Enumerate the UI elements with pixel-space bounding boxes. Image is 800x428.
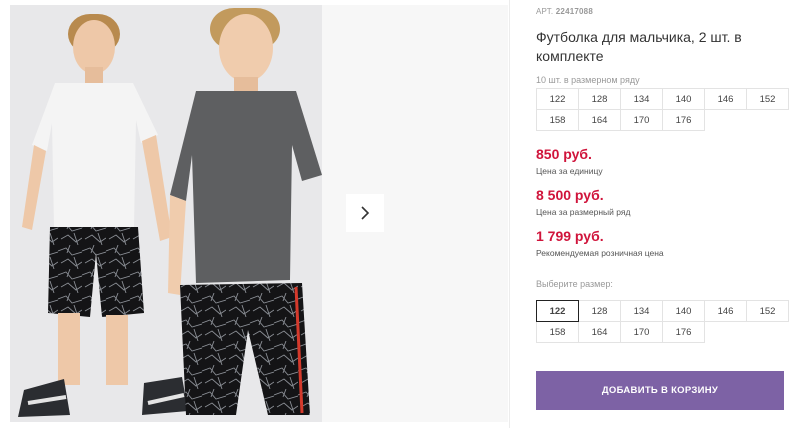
size-option-134[interactable]: 134 (620, 300, 663, 322)
divider (509, 0, 510, 428)
size-range-cell: 140 (662, 88, 705, 110)
size-option-158[interactable]: 158 (536, 321, 579, 343)
size-range-cell: 176 (662, 109, 705, 131)
size-range-cell: 158 (536, 109, 579, 131)
gallery-next-button[interactable] (346, 194, 384, 232)
price-unit-label: Цена за единицу (536, 166, 603, 176)
size-option-164[interactable]: 164 (578, 321, 621, 343)
price-retail: 1 799 руб. (536, 228, 604, 244)
price-retail-label: Рекомендуемая розничная цена (536, 248, 664, 258)
size-range-cell: 170 (620, 109, 663, 131)
sku-label: АРТ. (536, 7, 554, 16)
add-to-cart-button[interactable]: ДОБАВИТЬ В КОРЗИНУ (536, 371, 784, 410)
size-selector: 122 128 134 140 146 152 158 164 170 176 (536, 300, 789, 343)
size-range-cell: 122 (536, 88, 579, 110)
product-sku: АРТ. 22417088 (536, 7, 593, 16)
size-option-152[interactable]: 152 (746, 300, 789, 322)
product-image[interactable] (10, 5, 322, 422)
size-range-cell: 128 (578, 88, 621, 110)
size-option-128[interactable]: 128 (578, 300, 621, 322)
size-range-cell: 134 (620, 88, 663, 110)
size-option-146[interactable]: 146 (704, 300, 747, 322)
price-range: 8 500 руб. (536, 187, 604, 203)
chevron-right-icon (361, 206, 370, 220)
price-range-label: Цена за размерный ряд (536, 207, 631, 217)
price-unit: 850 руб. (536, 146, 592, 162)
sku-value: 22417088 (555, 7, 593, 16)
size-range-cell: 152 (746, 88, 789, 110)
size-range-grid: 122 128 134 140 146 152 158 164 170 176 (536, 88, 789, 131)
size-option-176[interactable]: 176 (662, 321, 705, 343)
product-title: Футболка для мальчика, 2 шт. в комплекте (536, 29, 742, 64)
size-range-cell: 146 (704, 88, 747, 110)
size-select-label: Выберите размер: (536, 279, 613, 289)
size-option-170[interactable]: 170 (620, 321, 663, 343)
size-option-140[interactable]: 140 (662, 300, 705, 322)
size-range-note: 10 шт. в размерном ряду (536, 75, 640, 85)
product-photo (10, 5, 322, 422)
size-option-122[interactable]: 122 (536, 300, 579, 322)
size-range-cell: 164 (578, 109, 621, 131)
